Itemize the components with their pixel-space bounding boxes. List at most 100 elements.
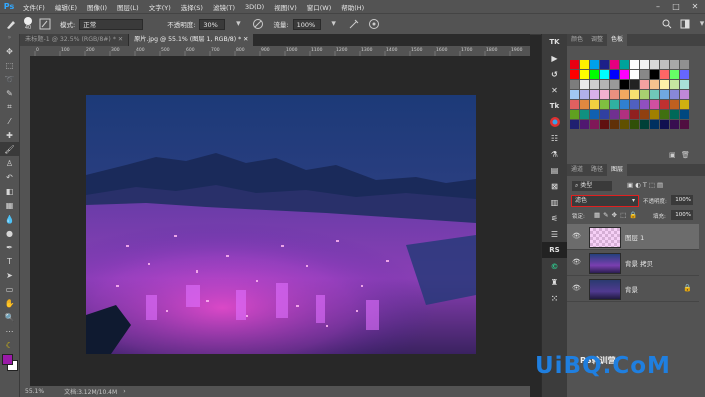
filter-icon-3[interactable]: ▤	[542, 162, 567, 178]
paint-icon[interactable]: ♜	[542, 274, 567, 290]
color-swatch[interactable]	[680, 60, 689, 69]
color-swatch[interactable]	[590, 120, 599, 129]
gradient-tool-icon[interactable]: ▦	[0, 198, 19, 212]
color-swatch[interactable]	[650, 70, 659, 79]
color-swatch[interactable]	[680, 80, 689, 89]
tab-untitled[interactable]: 未标题-1 @ 32.5% (RGB/8#) * ✕	[20, 34, 129, 46]
color-swatch[interactable]	[570, 90, 579, 99]
color-swatch[interactable]	[640, 120, 649, 129]
healing-tool-icon[interactable]: ✚	[0, 128, 19, 142]
color-swatch[interactable]	[570, 60, 579, 69]
color-swatch[interactable]	[580, 80, 589, 89]
color-swatch[interactable]	[570, 70, 579, 79]
minimize-button[interactable]: –	[649, 0, 667, 13]
canvas-image[interactable]	[86, 95, 476, 354]
new-swatch-icon[interactable]: ▣	[669, 151, 676, 159]
color-swatch[interactable]	[570, 120, 579, 129]
color-swatch[interactable]	[640, 110, 649, 119]
menu-3d[interactable]: 3D(D)	[240, 3, 269, 11]
menu-type[interactable]: 文字(Y)	[144, 2, 176, 12]
color-swatch[interactable]	[680, 70, 689, 79]
color-swatch[interactable]	[660, 80, 669, 89]
rs-icon[interactable]: RS	[542, 242, 567, 258]
color-swatch[interactable]	[660, 70, 669, 79]
eraser-tool-icon[interactable]: ◧	[0, 184, 19, 198]
color-swatch[interactable]	[580, 70, 589, 79]
color-swatch[interactable]	[640, 90, 649, 99]
eye-icon[interactable]: 👁	[572, 232, 581, 240]
mode-select[interactable]: 正常	[79, 18, 144, 30]
color-swatch[interactable]	[580, 120, 589, 129]
color-swatch[interactable]	[660, 120, 669, 129]
color-swatch[interactable]	[630, 110, 639, 119]
stamp-tool-icon[interactable]: ♙	[0, 156, 19, 170]
color-swatch[interactable]	[640, 60, 649, 69]
c-plugin-icon[interactable]: ©	[542, 258, 567, 274]
color-swatch[interactable]	[590, 110, 599, 119]
color-swatch[interactable]	[590, 100, 599, 109]
lock-position-icon[interactable]: ✥	[612, 211, 620, 219]
color-swatch[interactable]	[600, 100, 609, 109]
tab-layers[interactable]: 图层	[607, 164, 628, 176]
color-swatch[interactable]	[610, 90, 619, 99]
color-swatch[interactable]	[630, 100, 639, 109]
fill-input[interactable]: 100%	[671, 210, 693, 220]
color-swatch[interactable]	[610, 60, 619, 69]
lock-transparent-icon[interactable]: ▦	[594, 211, 603, 219]
color-swatch[interactable]	[650, 120, 659, 129]
color-swatch[interactable]	[570, 100, 579, 109]
tab-channels[interactable]: 通道	[567, 164, 587, 176]
banana-icon[interactable]: ☾	[0, 338, 19, 352]
pen-tool-icon[interactable]: ✒	[0, 240, 19, 254]
color-swatch[interactable]	[620, 120, 629, 129]
color-swatch[interactable]	[590, 80, 599, 89]
lasso-icon[interactable]: ↺	[542, 66, 567, 82]
color-swatch[interactable]	[620, 80, 629, 89]
color-swatch[interactable]	[630, 80, 639, 89]
color-wheel-icon[interactable]	[542, 114, 567, 130]
color-swatch[interactable]	[590, 60, 599, 69]
path-select-tool-icon[interactable]: ➤	[0, 268, 19, 282]
crop-tool-icon[interactable]: ⌗	[0, 100, 19, 114]
color-swatch[interactable]	[680, 120, 689, 129]
color-swatch[interactable]	[670, 120, 679, 129]
color-swatch[interactable]	[650, 110, 659, 119]
type-tool-icon[interactable]: T	[0, 254, 19, 268]
foreground-color-swatch[interactable]	[2, 354, 13, 365]
pressure-opacity-icon[interactable]	[251, 17, 265, 31]
close-icon[interactable]: ✕	[118, 36, 123, 43]
color-swatch[interactable]	[670, 70, 679, 79]
color-swatch[interactable]	[640, 80, 649, 89]
extra-tools-icon[interactable]: ⋯	[0, 324, 19, 338]
grid-icon[interactable]: ⁙	[542, 290, 567, 306]
color-swatch[interactable]	[680, 90, 689, 99]
move-tool-icon[interactable]: ✥	[0, 44, 19, 58]
brush-panel-icon[interactable]	[38, 17, 52, 31]
color-swatch[interactable]	[590, 70, 599, 79]
layer-opacity-input[interactable]: 100%	[671, 195, 693, 205]
tab-color[interactable]: 颜色	[567, 34, 587, 46]
menu-image[interactable]: 图像(I)	[82, 2, 112, 12]
color-swatch[interactable]	[650, 80, 659, 89]
color-swatch[interactable]	[590, 90, 599, 99]
color-swatch[interactable]	[670, 80, 679, 89]
color-swatch[interactable]	[600, 120, 609, 129]
color-swatch[interactable]	[570, 110, 579, 119]
chevron-down-icon[interactable]: ▾	[231, 17, 245, 31]
blur-tool-icon[interactable]: 💧	[0, 212, 19, 226]
menu-layer[interactable]: 图层(L)	[112, 2, 144, 12]
color-swatch[interactable]	[600, 70, 609, 79]
stack-icon[interactable]: ☰	[542, 226, 567, 242]
layer-row[interactable]: 👁 背景 🔒	[567, 276, 699, 302]
airbrush-icon[interactable]	[347, 17, 361, 31]
brush-preset-picker[interactable]: 40	[24, 17, 32, 31]
color-swatch[interactable]	[660, 90, 669, 99]
color-swatch[interactable]	[670, 90, 679, 99]
tool-x-icon[interactable]: ✕	[542, 82, 567, 98]
chevron-down-icon[interactable]: ▾	[327, 17, 341, 31]
tab-swatches[interactable]: 色板	[607, 34, 628, 46]
color-swatch[interactable]	[650, 90, 659, 99]
marquee-tool-icon[interactable]: ⬚	[0, 58, 19, 72]
play-icon[interactable]: ▶	[542, 50, 567, 66]
filter-icon-4[interactable]: ⊠	[542, 178, 567, 194]
